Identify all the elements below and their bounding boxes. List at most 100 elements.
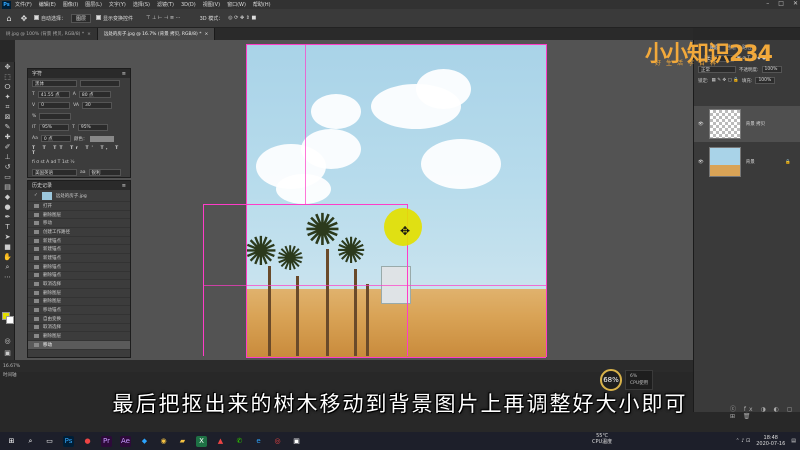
crop-tool-icon[interactable]: ⌗ bbox=[0, 102, 15, 112]
show-transform-option[interactable]: 显示变换控件 bbox=[96, 14, 133, 22]
maximize-icon[interactable]: □ bbox=[778, 0, 784, 7]
auto-select-target-dropdown[interactable]: 图层 bbox=[71, 13, 92, 23]
task-view-icon[interactable]: ▭ bbox=[44, 436, 55, 447]
history-item[interactable]: 取消选择 bbox=[28, 280, 130, 289]
font-family-select[interactable]: 黑体 bbox=[32, 80, 77, 87]
history-item[interactable]: 自由变换 bbox=[28, 315, 130, 324]
premiere-icon[interactable]: Pr bbox=[101, 435, 112, 447]
zoom-level[interactable]: 16.67% bbox=[3, 364, 20, 369]
font-size-field[interactable]: 41.55 点 bbox=[37, 91, 70, 98]
screen-mode-icon[interactable]: ▣ bbox=[0, 348, 15, 358]
app-icon[interactable]: ▲ bbox=[215, 436, 226, 447]
close-icon[interactable]: × bbox=[204, 32, 208, 37]
history-item[interactable]: 移动锚点 bbox=[28, 306, 130, 315]
menu-icon[interactable]: ≡ bbox=[122, 71, 126, 77]
language-select[interactable]: 美国英语 bbox=[32, 169, 77, 176]
move-tool-icon[interactable]: ✥ bbox=[0, 62, 15, 72]
menu-help[interactable]: 帮助(H) bbox=[253, 1, 271, 8]
vertical-scale-field[interactable]: 95% bbox=[39, 124, 70, 131]
app-icon[interactable]: ● bbox=[82, 436, 93, 447]
history-item[interactable]: 删除锚点 bbox=[28, 263, 130, 272]
menu-type[interactable]: 文字(Y) bbox=[109, 1, 126, 8]
leading-field[interactable]: 80 点 bbox=[78, 91, 111, 98]
menu-layer[interactable]: 图层(L) bbox=[85, 1, 102, 8]
history-snapshot[interactable]: ✓ 远处的房子.jpg bbox=[28, 190, 130, 202]
auto-select-checkbox[interactable] bbox=[34, 14, 39, 20]
healing-brush-icon[interactable]: ✚ bbox=[0, 132, 15, 142]
menu-window[interactable]: 窗口(W) bbox=[227, 1, 246, 8]
more-tools-icon[interactable]: ⋯ bbox=[0, 272, 15, 282]
lock-icons[interactable]: ▦ ✎ ✥ ▢ 🔒 bbox=[712, 78, 739, 83]
close-icon[interactable]: × bbox=[87, 32, 91, 37]
notification-icon[interactable]: ▤ bbox=[791, 438, 796, 444]
tracking-field[interactable]: 30 bbox=[81, 102, 112, 109]
text-color-swatch[interactable] bbox=[90, 135, 115, 142]
minimize-icon[interactable]: – bbox=[766, 0, 769, 7]
after-effects-icon[interactable]: Ae bbox=[120, 435, 131, 447]
app-icon[interactable]: ◆ bbox=[139, 436, 150, 447]
frame-tool-icon[interactable]: ⊠ bbox=[0, 112, 15, 122]
eraser-icon[interactable]: ▭ bbox=[0, 172, 15, 182]
eyedropper-icon[interactable]: ✎ bbox=[0, 122, 15, 132]
opentype-buttons[interactable]: fi σ st A ad T 1st ½ bbox=[28, 158, 130, 167]
tab-tree-document[interactable]: 树.jpg @ 100% (背景 拷贝, RGB/8) * × bbox=[0, 28, 98, 40]
history-item[interactable]: 新建锚点 bbox=[28, 237, 130, 246]
stamp-tool-icon[interactable]: ⊥ bbox=[0, 152, 15, 162]
hand-tool-icon[interactable]: ✋ bbox=[0, 252, 15, 262]
history-item[interactable]: 新建锚点 bbox=[28, 254, 130, 263]
history-item[interactable]: 创建工作路径 bbox=[28, 228, 130, 237]
excel-icon[interactable]: X bbox=[196, 435, 207, 447]
3d-tools-icons[interactable]: ◎ ⟳ ✥ ⇕ ■ bbox=[228, 15, 256, 21]
show-transform-checkbox[interactable] bbox=[96, 14, 102, 20]
visibility-eye-icon[interactable]: 👁 bbox=[698, 122, 704, 127]
menu-3d[interactable]: 3D(D) bbox=[181, 2, 196, 8]
zoom-tool-icon[interactable]: ⌕ bbox=[0, 262, 15, 272]
align-icons[interactable]: ⊤ ⊥ ⊢ ⊣ ≡ ⋯ bbox=[146, 15, 181, 21]
move-tool-icon[interactable]: ✥ bbox=[19, 13, 29, 23]
tray-icons[interactable]: ⌃ ♪ ⊡ bbox=[735, 438, 750, 444]
font-style-select[interactable] bbox=[80, 80, 120, 87]
history-item[interactable]: 删除图层 bbox=[28, 298, 130, 307]
path-select-icon[interactable]: ➤ bbox=[0, 232, 15, 242]
antialias-select[interactable]: 锐利 bbox=[88, 169, 121, 176]
history-item[interactable]: 取消选择 bbox=[28, 324, 130, 333]
menu-view[interactable]: 视图(V) bbox=[203, 1, 220, 8]
history-item[interactable]: 删除锚点 bbox=[28, 272, 130, 281]
close-icon[interactable]: ✕ bbox=[793, 0, 798, 7]
magic-wand-icon[interactable]: ✦ bbox=[0, 92, 15, 102]
dodge-icon[interactable]: ● bbox=[0, 202, 15, 212]
baseline-shift-field[interactable]: 0 点 bbox=[40, 135, 71, 142]
horizontal-scale-field[interactable]: 95% bbox=[77, 124, 108, 131]
brush-tool-icon[interactable]: ✐ bbox=[0, 142, 15, 152]
proportional-spacing-field[interactable] bbox=[39, 113, 72, 120]
layer-row-background-copy[interactable]: 👁 背景 拷贝 bbox=[694, 106, 800, 142]
photoshop-taskbar-icon[interactable]: Ps bbox=[63, 435, 74, 447]
edge-icon[interactable]: e bbox=[253, 436, 264, 447]
kerning-field[interactable]: 0 bbox=[38, 102, 71, 109]
menu-icon[interactable]: ≡ bbox=[122, 183, 126, 189]
menu-image[interactable]: 图像(I) bbox=[63, 1, 78, 8]
gradient-icon[interactable]: ▤ bbox=[0, 182, 15, 192]
history-item[interactable]: 移动 bbox=[28, 219, 130, 229]
menu-file[interactable]: 文件(F) bbox=[15, 1, 32, 8]
document-canvas[interactable]: ✺ ✺ ✺ ✺ bbox=[246, 44, 546, 357]
quick-mask-icon[interactable]: ◎ bbox=[0, 336, 15, 346]
history-item[interactable]: 删除图层 bbox=[28, 211, 130, 220]
fill-field[interactable]: 100% bbox=[755, 77, 776, 84]
history-item[interactable]: 打开 bbox=[28, 202, 130, 211]
history-item[interactable]: 删除图层 bbox=[28, 289, 130, 298]
blur-icon[interactable]: ◆ bbox=[0, 192, 15, 202]
app-icon[interactable]: ▣ bbox=[291, 436, 302, 447]
search-icon[interactable]: ⌕ bbox=[25, 436, 36, 447]
text-style-buttons[interactable]: T T TT Tr T' T, T T bbox=[28, 144, 130, 158]
chrome-icon[interactable]: ◉ bbox=[158, 436, 169, 447]
type-tool-icon[interactable]: T bbox=[0, 222, 15, 232]
menu-filter[interactable]: 滤镜(T) bbox=[157, 1, 174, 8]
menu-edit[interactable]: 编辑(E) bbox=[39, 1, 56, 8]
folder-icon[interactable]: ▰ bbox=[177, 436, 188, 447]
layer-row-background[interactable]: 👁 背景 🔒 bbox=[694, 144, 800, 180]
history-item[interactable]: 新建锚点 bbox=[28, 245, 130, 255]
start-icon[interactable]: ⊞ bbox=[6, 436, 17, 447]
menu-select[interactable]: 选择(S) bbox=[133, 1, 150, 8]
visibility-eye-icon[interactable]: 👁 bbox=[698, 160, 704, 165]
